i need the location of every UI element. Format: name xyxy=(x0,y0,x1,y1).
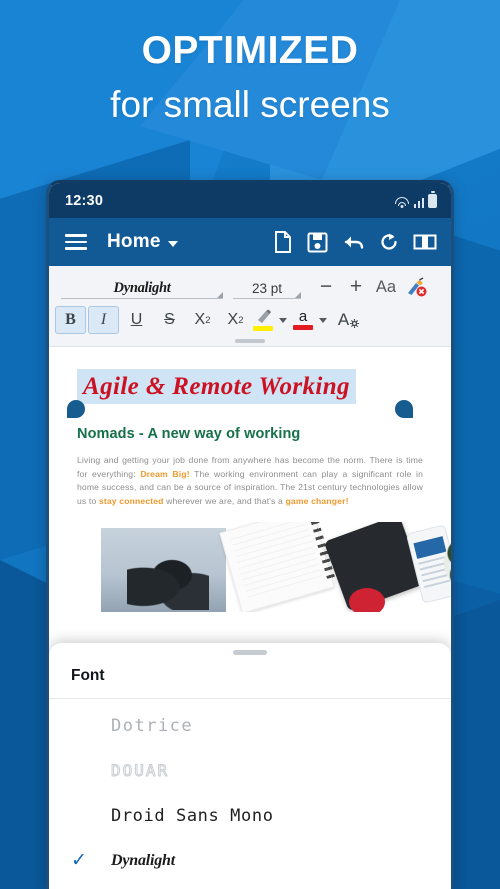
bold-button[interactable]: B xyxy=(55,306,86,334)
highlight-color-swatch xyxy=(253,326,273,331)
document-subtitle: Nomads - A new way of working xyxy=(77,426,301,443)
font-list-item[interactable]: Droid Sans Mono xyxy=(49,793,451,838)
font-size-value: 23 pt xyxy=(251,280,283,296)
sheet-title: Font xyxy=(49,655,451,699)
document-title-row: Agile & Remote Working xyxy=(49,369,451,418)
promo-copy: OPTIMIZED for small screens xyxy=(0,26,500,130)
app-bar-title-dropdown[interactable]: Home xyxy=(107,231,178,253)
new-document-icon[interactable] xyxy=(273,231,293,253)
redo-icon[interactable] xyxy=(379,232,399,252)
wifi-icon xyxy=(395,196,410,208)
chevron-down-icon xyxy=(167,240,178,247)
font-list: Dotrice DOUAR Droid Sans Mono ✓ Dynalight xyxy=(49,699,451,883)
font-name-value: Dynalight xyxy=(113,279,171,296)
undo-icon[interactable] xyxy=(342,233,365,251)
hamburger-menu-icon[interactable] xyxy=(65,234,87,250)
font-list-item-label: Dotrice xyxy=(111,715,194,736)
superscript-base: X xyxy=(227,311,239,328)
text-color-swatch xyxy=(293,325,313,330)
toolbar-drag-handle[interactable] xyxy=(235,339,265,343)
selection-handle-end[interactable] xyxy=(395,400,413,418)
paragraph-highlight: Dream Big! xyxy=(140,468,190,479)
reading-mode-icon[interactable] xyxy=(413,233,437,251)
text-color-button[interactable]: a xyxy=(293,308,313,330)
gear-icon xyxy=(350,318,360,328)
clear-formatting-icon[interactable] xyxy=(401,272,431,302)
font-bottom-sheet: Font Dotrice DOUAR Droid Sans Mono ✓ Dynalig… xyxy=(49,643,451,889)
increase-font-size-button[interactable]: + xyxy=(341,272,371,302)
font-list-item[interactable]: ✓ Dynalight xyxy=(49,838,451,883)
photo-red-object xyxy=(349,588,385,613)
font-list-item-label: Droid Sans Mono xyxy=(111,805,274,826)
document-image xyxy=(49,522,451,613)
photo-notebook xyxy=(219,522,335,613)
subscript-index: 2 xyxy=(205,314,211,326)
phone-mockup: 12:30 Home Dynalight 23 pt − + Aa B I U … xyxy=(46,180,454,889)
strikethrough-button[interactable]: S xyxy=(154,306,185,334)
highlight-color-button[interactable] xyxy=(253,309,273,331)
document-title[interactable]: Agile & Remote Working xyxy=(77,369,356,405)
superscript-button[interactable]: X2 xyxy=(220,306,251,334)
decrease-font-size-button[interactable]: − xyxy=(311,272,341,302)
save-icon[interactable] xyxy=(307,232,328,253)
highlighter-icon xyxy=(257,309,271,323)
paragraph-highlight: game changer! xyxy=(285,495,349,506)
font-size-field[interactable]: 23 pt xyxy=(233,276,301,299)
status-bar: 12:30 xyxy=(49,183,451,218)
paragraph-highlight: stay connected xyxy=(98,495,164,506)
text-color-letter: a xyxy=(298,308,308,325)
app-bar-title: Home xyxy=(107,231,161,252)
font-list-item-label: Dynalight xyxy=(111,851,175,869)
superscript-index: 2 xyxy=(238,314,244,326)
status-icons xyxy=(395,193,437,208)
font-list-item[interactable]: DOUAR xyxy=(49,748,451,793)
format-toolbar: Dynalight 23 pt − + Aa B I U S X 2 X 2 a… xyxy=(49,266,451,347)
check-icon: ✓ xyxy=(71,850,87,871)
selection-handle-start[interactable] xyxy=(67,400,85,418)
change-case-button[interactable]: Aa xyxy=(371,272,401,302)
font-name-field[interactable]: Dynalight xyxy=(61,276,223,299)
font-settings-letter: A xyxy=(337,310,350,329)
app-bar: Home xyxy=(49,218,451,266)
promo-headline: OPTIMIZED xyxy=(141,29,359,72)
format-toolbar-row-1: Dynalight 23 pt − + Aa xyxy=(49,270,451,304)
font-list-item[interactable]: Dotrice xyxy=(49,703,451,748)
highlight-color-dropdown-icon[interactable] xyxy=(279,317,287,323)
font-list-item-label: DOUAR xyxy=(110,761,170,781)
text-color-dropdown-icon[interactable] xyxy=(319,317,327,323)
subscript-button[interactable]: X2 xyxy=(187,306,218,334)
font-settings-button[interactable]: A xyxy=(333,306,364,334)
signal-icon xyxy=(413,196,424,208)
paragraph-text: wherever we are, and that's a xyxy=(163,495,286,506)
document-canvas[interactable]: Agile & Remote Working Nomads - A new wa… xyxy=(49,347,451,647)
subscript-base: X xyxy=(194,311,206,328)
document-paragraph: Living and getting your job done from an… xyxy=(49,442,451,508)
format-toolbar-row-2: B I U S X2 X2 a A xyxy=(49,304,451,338)
status-time: 12:30 xyxy=(65,192,104,209)
battery-icon xyxy=(428,193,437,208)
underline-button[interactable]: U xyxy=(121,306,152,334)
app-bar-actions xyxy=(273,231,437,253)
italic-button[interactable]: I xyxy=(88,306,119,334)
photo-plant xyxy=(101,528,226,613)
promo-subheadline: for small screens xyxy=(110,84,390,125)
